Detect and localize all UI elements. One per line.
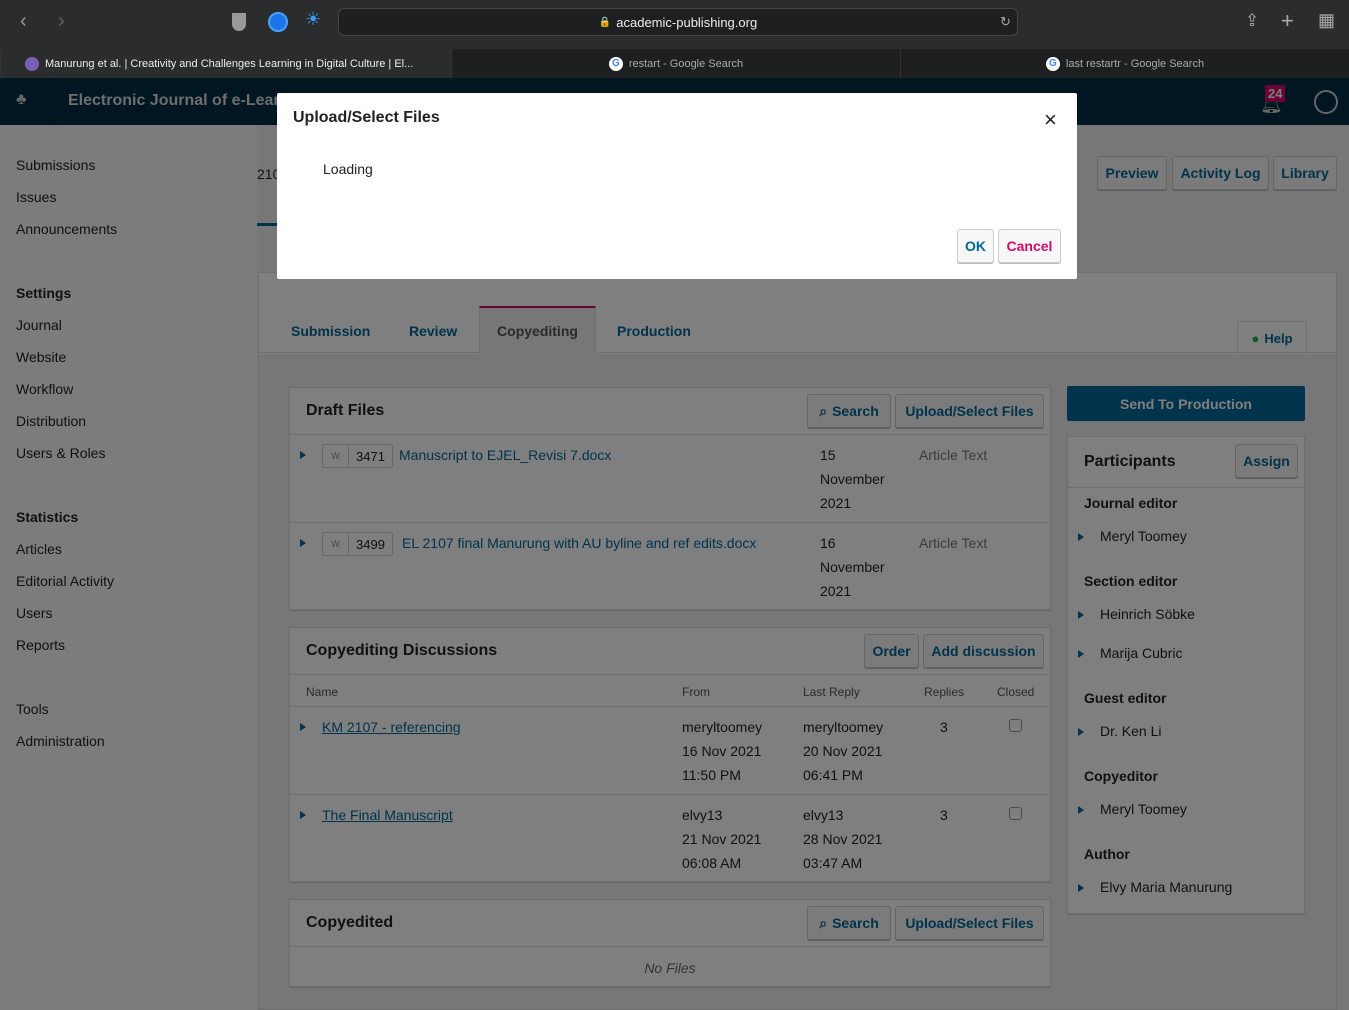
new-tab-icon[interactable]: +: [1281, 8, 1294, 34]
tab-overview-icon[interactable]: ▦: [1318, 10, 1335, 31]
browser-tabs: Manurung et al. | Creativity and Challen…: [0, 49, 1349, 78]
ok-button[interactable]: OK: [957, 229, 994, 263]
modal-title: Upload/Select Files: [293, 109, 440, 126]
shield-icon[interactable]: [232, 13, 246, 31]
forward-icon[interactable]: ›: [58, 10, 65, 33]
dark-mode-icon[interactable]: ☀: [305, 9, 321, 30]
browser-tab[interactable]: Manurung et al. | Creativity and Challen…: [0, 49, 451, 78]
site-favicon-icon: [25, 56, 39, 71]
reload-icon[interactable]: ↻: [1000, 14, 1011, 30]
adblock-icon[interactable]: [268, 12, 288, 32]
upload-select-files-modal: Upload/Select Files × Loading OK Cancel: [277, 93, 1077, 279]
lock-icon: 🔒: [598, 16, 612, 28]
close-icon[interactable]: ×: [1044, 107, 1057, 133]
browser-toolbar: ‹ › ☀ 🔒 academic-publishing.org ↻ ⇪ + ▦: [0, 0, 1349, 49]
share-icon[interactable]: ⇪: [1245, 11, 1259, 31]
back-icon[interactable]: ‹: [20, 10, 27, 33]
address-bar[interactable]: 🔒 academic-publishing.org: [338, 8, 1018, 36]
google-icon: G: [1045, 56, 1060, 71]
google-icon: G: [608, 56, 623, 71]
browser-tab[interactable]: Glast restartr - Google Search: [900, 49, 1349, 78]
cancel-button[interactable]: Cancel: [998, 229, 1061, 263]
loading-text: Loading: [323, 161, 373, 177]
browser-tab[interactable]: Grestart - Google Search: [451, 49, 900, 78]
